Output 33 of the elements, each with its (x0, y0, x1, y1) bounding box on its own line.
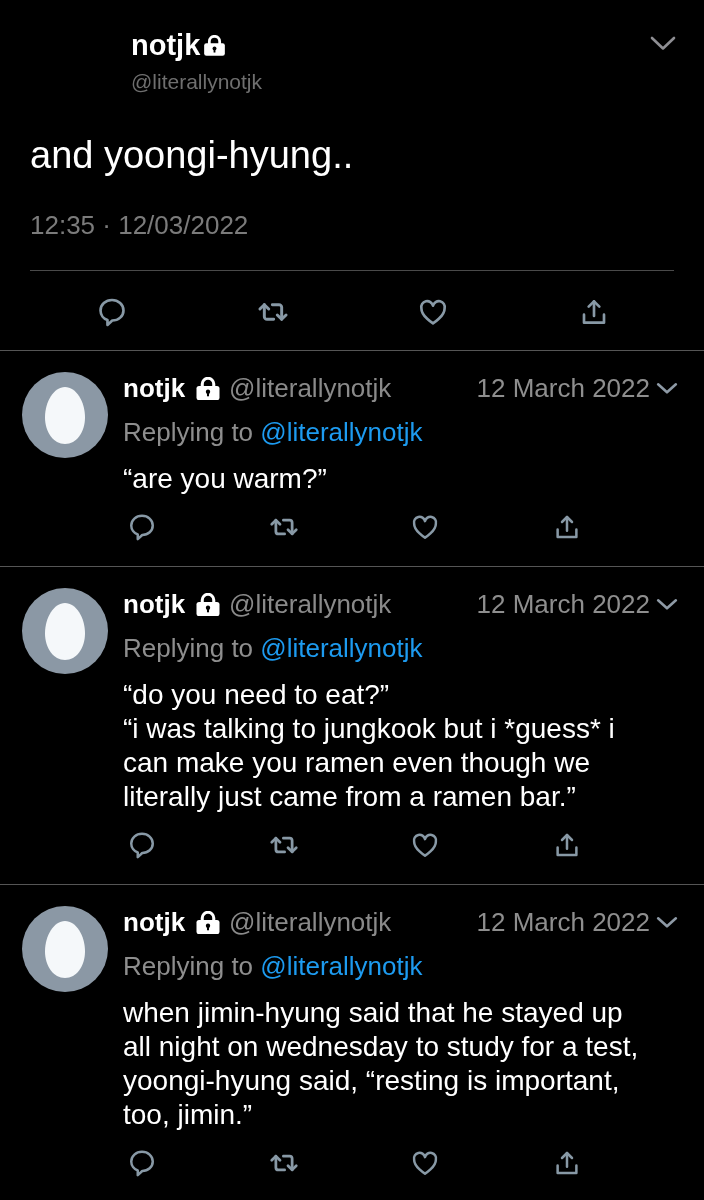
user-handle[interactable]: @literallynotjk (229, 371, 392, 405)
replying-to-text: Replying to @literallynotjk (123, 950, 424, 983)
reply-text: “are you warm?” (123, 462, 328, 496)
reply-icon[interactable] (127, 1148, 157, 1178)
mention-link[interactable]: @literallynotjk (260, 633, 423, 663)
post-date: 12 March 2022 (476, 906, 650, 939)
display-name[interactable]: notjk (123, 905, 186, 939)
chevron-down-icon[interactable] (656, 597, 678, 611)
user-handle[interactable]: @literallynotjk (229, 587, 392, 621)
display-name[interactable]: notjk (131, 28, 201, 62)
chevron-down-icon[interactable] (656, 381, 678, 395)
post-date: 12 March 2022 (476, 372, 650, 405)
reply-icon[interactable] (127, 830, 157, 860)
display-name[interactable]: notjk (123, 587, 186, 621)
replying-to-text: Replying to @literallynotjk (123, 632, 424, 665)
display-name[interactable]: notjk (123, 371, 186, 405)
timestamp: 12:35 · 12/03/2022 (30, 210, 250, 240)
user-handle[interactable]: @literallynotjk (229, 905, 392, 939)
chevron-down-icon[interactable] (650, 36, 676, 51)
egg-avatar-icon[interactable] (22, 372, 108, 458)
post-date: 12 March 2022 (476, 588, 650, 621)
reply-text: when jimin-hyung said that he stayed up all night on wednesday to study for a test, yoongi-hyung said, “resting is important, too, jimin.” (123, 996, 640, 1132)
reply-text: “do you need to eat?” “i was talking to jungkook but i *guess* i can make you ramen even though we literally just came from a ramen bar.” (123, 678, 616, 814)
mention-link[interactable]: @literallynotjk (260, 951, 423, 981)
egg-avatar-icon[interactable] (22, 906, 108, 992)
reply-icon[interactable] (96, 296, 128, 328)
tweet-text: and yoongi-hyung.. (30, 133, 355, 177)
mention-link[interactable]: @literallynotjk (260, 417, 423, 447)
chevron-down-icon[interactable] (656, 915, 678, 929)
egg-avatar-icon[interactable] (22, 588, 108, 674)
reply-icon[interactable] (127, 512, 157, 542)
replying-to-text: Replying to @literallynotjk (123, 416, 424, 449)
user-handle[interactable]: @literallynotjk (131, 68, 263, 96)
